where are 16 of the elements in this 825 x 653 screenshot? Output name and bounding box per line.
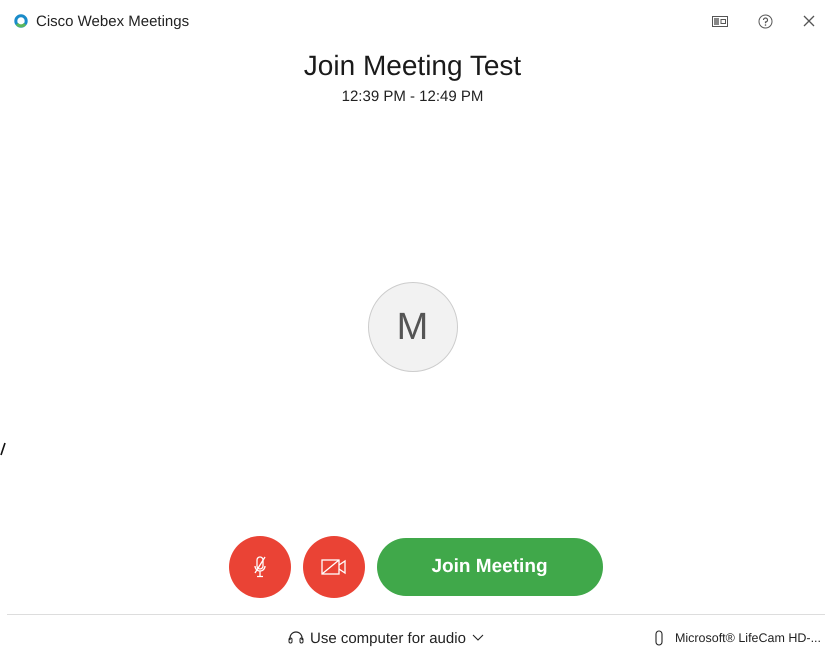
chevron-down-icon xyxy=(472,634,484,642)
window-title: Cisco Webex Meetings xyxy=(36,12,190,30)
headset-icon xyxy=(288,630,304,646)
avatar: M xyxy=(368,282,458,372)
help-icon[interactable] xyxy=(758,14,773,28)
app-logo-icon xyxy=(14,14,28,28)
muted-microphone-icon xyxy=(252,556,266,578)
meeting-time: 12:39 PM - 12:49 PM xyxy=(340,88,484,105)
camera-off-icon xyxy=(320,558,346,576)
close-icon[interactable] xyxy=(803,15,815,27)
meeting-title: Join Meeting Test xyxy=(302,50,522,82)
camera-device-icon xyxy=(654,630,663,646)
audio-option-button[interactable]: Use computer for audio xyxy=(288,630,484,646)
layout-icon[interactable] xyxy=(712,16,728,26)
slash-mark xyxy=(0,442,6,456)
camera-option-button[interactable]: Microsoft® LifeCam HD-... xyxy=(654,630,821,646)
